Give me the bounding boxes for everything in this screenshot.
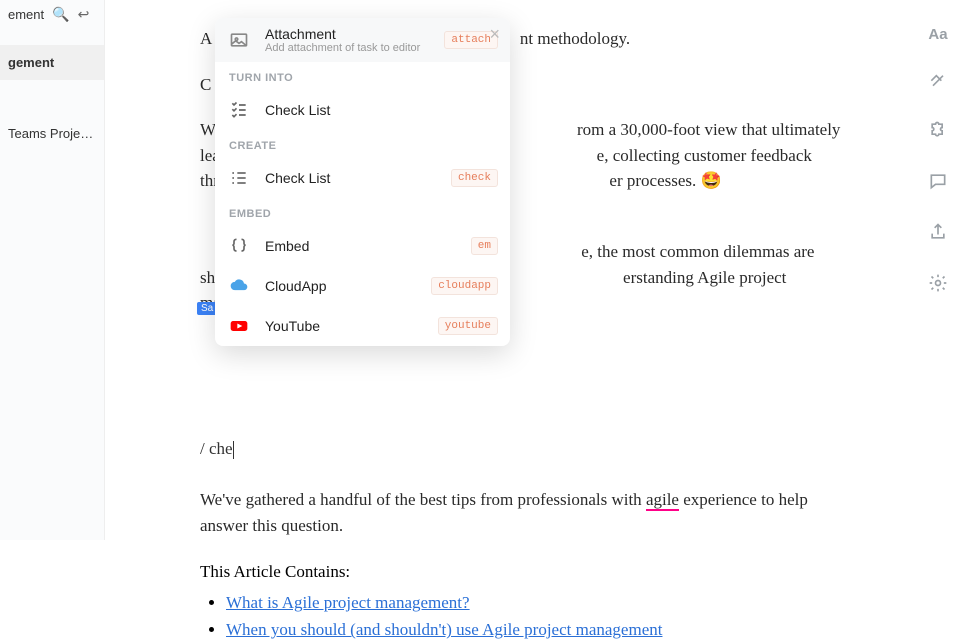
toc: This Article Contains: What is Agile pro… [200,558,860,644]
share-icon[interactable] [928,222,948,247]
text: / che [200,439,233,458]
sidebar-item-teams-project[interactable]: Teams Project... [0,116,104,151]
popup-item-cloudapp[interactable]: CloudApp cloudapp [215,266,510,306]
popup-group-header: CREATE [215,130,510,158]
close-icon[interactable]: × [489,24,500,45]
checklist-icon [227,98,251,122]
right-rail: Aa [916,0,960,298]
popup-item-shortcut: check [451,169,498,187]
return-icon[interactable]: ↩ [78,6,90,23]
text: We've gathered a handful of the best tip… [200,490,646,509]
sidebar-header-label: ement [8,7,44,22]
paragraph: We've gathered a handful of the best tip… [200,487,860,538]
popup-item-title: Check List [265,102,498,118]
sidebar-header: ement 🔍 ↩ [0,0,104,29]
popup-list[interactable]: Attachment Add attachment of task to edi… [215,18,510,346]
popup-item-shortcut: cloudapp [431,277,498,295]
popup-item-title: CloudApp [265,278,417,294]
slash-command-popup: × Attachment Add attachment of task to e… [215,18,510,346]
cloud-icon [227,274,251,298]
popup-item-title: Embed [265,238,457,254]
popup-item-title: Check List [265,170,437,186]
popup-item-embed[interactable]: Embed em [215,226,510,266]
popup-item-title: Attachment [265,26,430,42]
slash-command-input[interactable]: / che [200,439,860,459]
sidebar-item-management[interactable]: gement [0,45,104,80]
search-icon[interactable]: 🔍 [52,6,69,23]
popup-item-subtitle: Add attachment of task to editor [265,42,430,54]
toc-link[interactable]: What is Agile project management? [226,593,470,612]
text: A [200,29,211,48]
toc-link[interactable]: When you should (and shouldn't) use Agil… [226,620,662,639]
chat-icon[interactable] [928,171,948,196]
popup-item-create-checklist[interactable]: Check List check [215,158,510,198]
spellcheck-underline[interactable]: agile [646,490,679,511]
font-icon[interactable]: Aa [928,26,947,43]
popup-item-attachment[interactable]: Attachment Add attachment of task to edi… [215,18,510,62]
youtube-icon [227,314,251,338]
popup-item-title: YouTube [265,318,424,334]
text: nt methodology. [520,29,630,48]
popup-item-turninto-checklist[interactable]: Check List [215,90,510,130]
popup-group-header: EMBED [215,198,510,226]
sidebar: ement 🔍 ↩ gement Teams Project... [0,0,105,540]
image-icon [227,28,251,52]
checklist-icon [227,166,251,190]
popup-item-shortcut: em [471,237,498,255]
edit-icon[interactable] [928,69,948,94]
popup-item-youtube[interactable]: YouTube youtube [215,306,510,346]
text-cursor [233,441,234,459]
puzzle-icon[interactable] [928,120,948,145]
braces-icon [227,234,251,258]
popup-item-shortcut: youtube [438,317,498,335]
popup-group-header: TURN INTO [215,62,510,90]
toc-title: This Article Contains: [200,558,860,585]
gear-icon[interactable] [928,273,948,298]
